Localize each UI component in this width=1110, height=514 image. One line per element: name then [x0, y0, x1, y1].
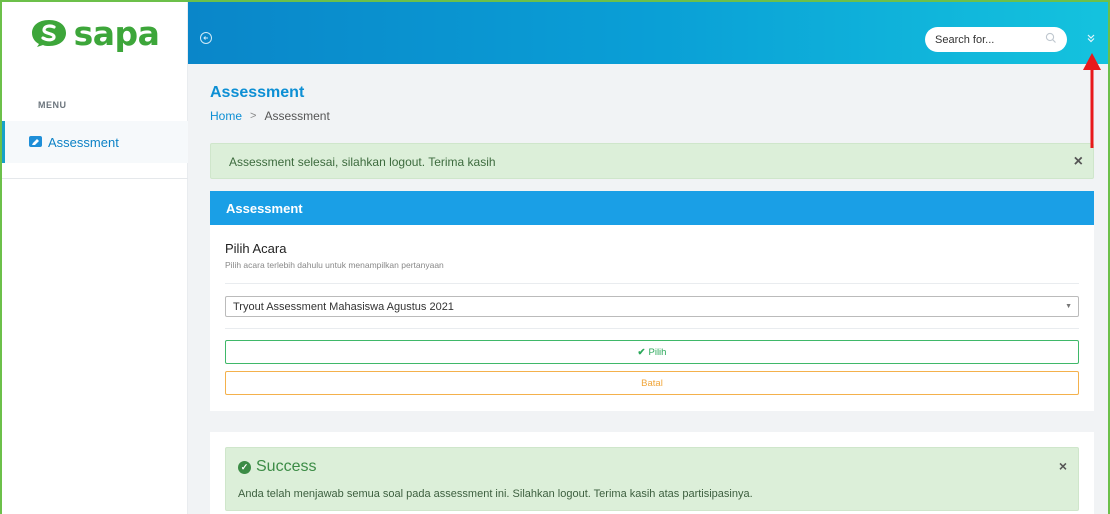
- edit-icon: [29, 136, 42, 147]
- success-title: Success: [256, 458, 317, 475]
- search-input[interactable]: [935, 33, 1045, 46]
- breadcrumb-home-link[interactable]: Home: [210, 109, 242, 123]
- success-alert: ✓ Success × Anda telah menjawab semua so…: [225, 447, 1079, 511]
- page-title: Assessment: [210, 84, 305, 101]
- success-header: ✓ Success: [238, 458, 316, 476]
- divider: [225, 328, 1079, 329]
- assessment-card: Assessment Pilih Acara Pilih acara terle…: [210, 191, 1094, 411]
- info-alert: Assessment selesai, silahkan logout. Ter…: [210, 143, 1094, 179]
- pilih-button[interactable]: ✔ Pilih: [225, 340, 1079, 364]
- success-close-button[interactable]: ×: [1059, 458, 1067, 474]
- pilih-button-label: Pilih: [648, 347, 667, 358]
- chevron-right-icon: >: [250, 110, 257, 122]
- top-header: [188, 2, 1108, 64]
- alert-message: Assessment selesai, silahkan logout. Ter…: [229, 155, 496, 169]
- brand-logo[interactable]: sapa: [2, 2, 187, 64]
- event-select[interactable]: Tryout Assessment Mahasiswa Agustus 2021…: [225, 296, 1079, 317]
- breadcrumb: Home > Assessment: [210, 109, 330, 123]
- breadcrumb-current: Assessment: [264, 109, 330, 123]
- sidebar: sapa MENU Assessment: [2, 2, 188, 514]
- section-title: Pilih Acara: [225, 241, 287, 256]
- sidebar-divider: [2, 178, 188, 179]
- search-box: [925, 27, 1067, 52]
- sapa-logo-icon: [31, 20, 66, 47]
- main-content: Assessment Home > Assessment Assessment …: [188, 64, 1108, 514]
- check-icon: ✔: [637, 347, 646, 358]
- section-description: Pilih acara terlebih dahulu untuk menamp…: [225, 260, 444, 270]
- brand-name: sapa: [73, 13, 160, 53]
- check-circle-icon: ✓: [238, 460, 251, 474]
- batal-button[interactable]: Batal: [225, 371, 1079, 395]
- sidebar-toggle-icon[interactable]: [200, 32, 212, 44]
- caret-down-icon: ▼: [1065, 303, 1072, 310]
- sidebar-item-label: Assessment: [48, 135, 119, 150]
- event-select-value: Tryout Assessment Mahasiswa Agustus 2021: [233, 301, 454, 313]
- card-header: Assessment: [210, 191, 1094, 225]
- divider: [225, 283, 1079, 284]
- annotation-arrow-icon: [1083, 53, 1101, 148]
- chevron-double-down-icon[interactable]: [1086, 32, 1096, 44]
- app-frame: sapa MENU Assessment Assessment: [0, 0, 1110, 514]
- result-card: ✓ Success × Anda telah menjawab semua so…: [210, 432, 1094, 514]
- success-message: Anda telah menjawab semua soal pada asse…: [238, 488, 753, 500]
- search-icon[interactable]: [1045, 32, 1057, 44]
- alert-close-button[interactable]: ×: [1074, 153, 1083, 171]
- batal-button-label: Batal: [641, 378, 663, 389]
- sidebar-item-assessment[interactable]: Assessment: [2, 121, 188, 163]
